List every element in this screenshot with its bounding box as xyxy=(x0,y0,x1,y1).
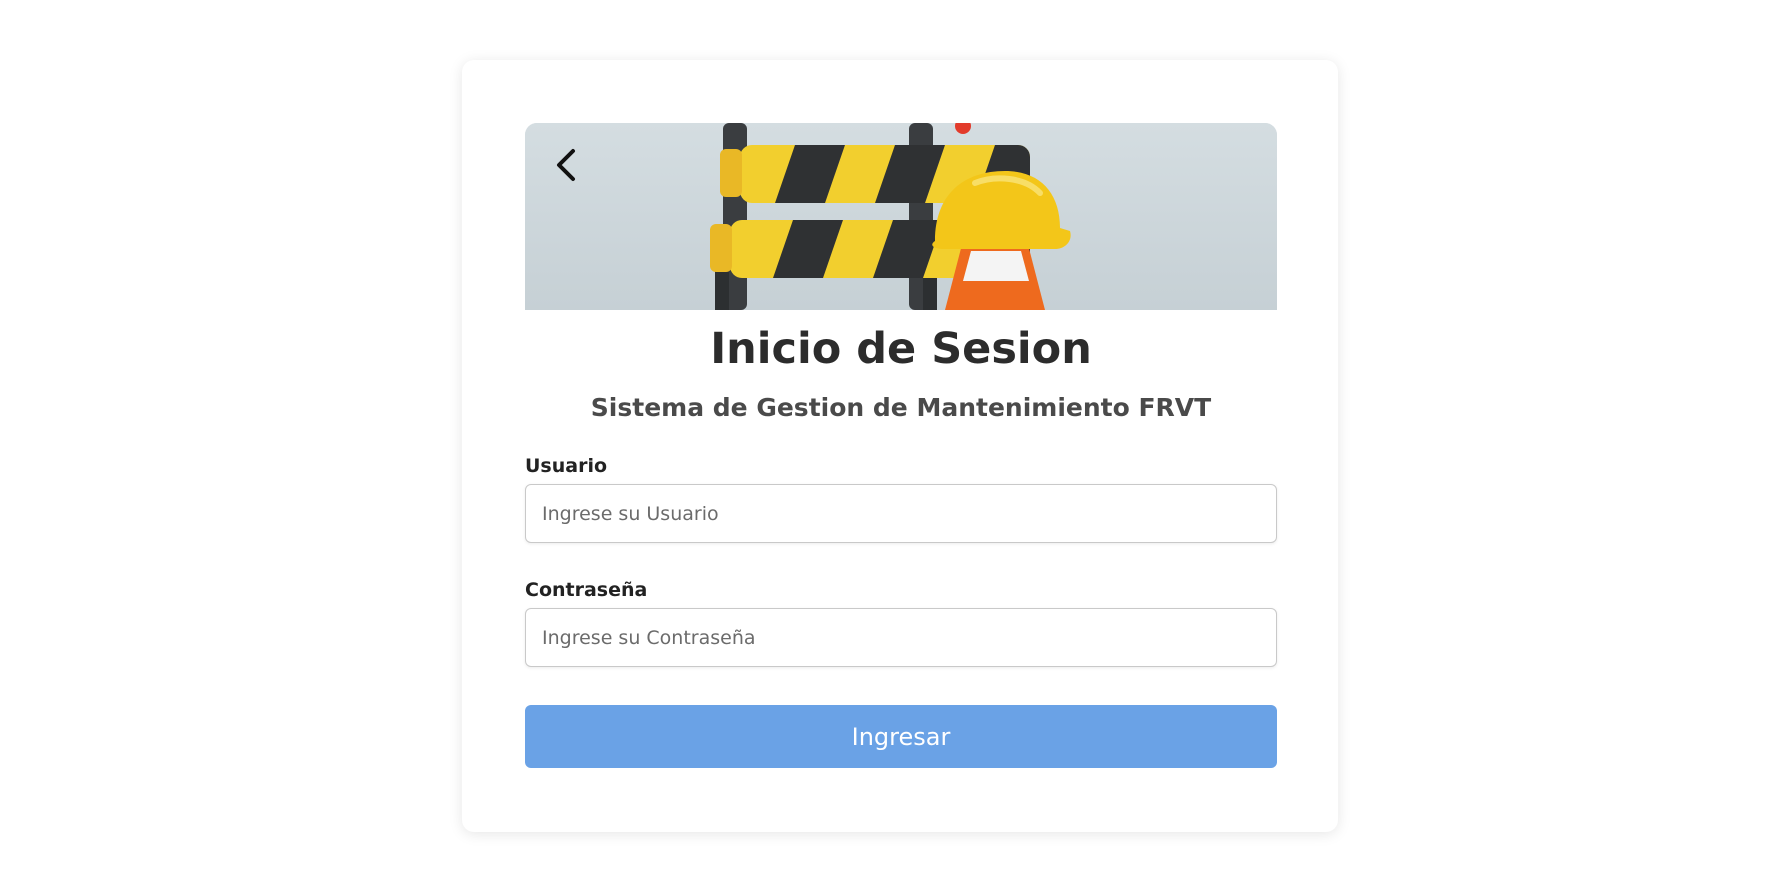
back-button[interactable] xyxy=(547,145,587,185)
password-input[interactable] xyxy=(525,608,1277,667)
password-label: Contraseña xyxy=(525,579,648,601)
login-submit-button[interactable]: Ingresar xyxy=(525,705,1277,768)
chevron-left-icon xyxy=(557,149,575,181)
username-label: Usuario xyxy=(525,455,608,477)
username-input[interactable] xyxy=(525,484,1277,543)
construction-illustration xyxy=(525,123,1277,310)
banner-image xyxy=(525,123,1277,310)
page-title: Inicio de Sesion xyxy=(710,324,1092,374)
page-subtitle: Sistema de Gestion de Mantenimiento FRVT xyxy=(590,393,1212,422)
login-card: Inicio de Sesion Sistema de Gestion de M… xyxy=(462,60,1338,832)
